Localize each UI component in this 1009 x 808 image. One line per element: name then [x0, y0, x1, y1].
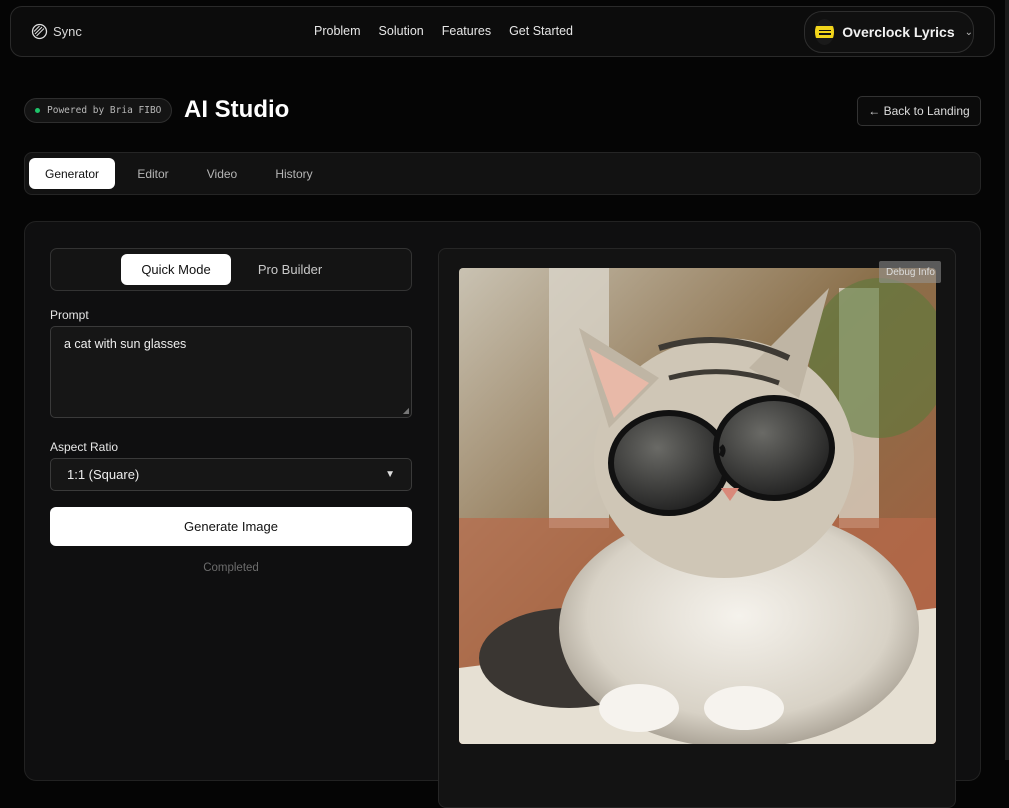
- aspect-ratio-value: 1:1 (Square): [67, 467, 140, 482]
- page-title: AI Studio: [184, 96, 290, 123]
- generation-status: Completed: [203, 562, 259, 574]
- brand-logo[interactable]: Sync: [31, 23, 82, 40]
- generate-image-button[interactable]: Generate Image: [50, 507, 412, 546]
- chevron-down-icon: ⌄: [964, 26, 973, 38]
- powered-by-text: Powered by Bria FIBO: [47, 105, 162, 116]
- back-to-landing-button[interactable]: ← Back to Landing: [857, 96, 981, 126]
- debug-info-button[interactable]: Debug Info: [879, 261, 941, 283]
- prompt-textarea[interactable]: a cat with sun glasses ◢: [50, 326, 412, 418]
- image-preview-panel: Debug Info: [438, 248, 956, 808]
- aspect-ratio-label: Aspect Ratio: [50, 440, 119, 454]
- nav-link-problem[interactable]: Problem: [314, 24, 361, 38]
- nav-link-solution[interactable]: Solution: [379, 24, 424, 38]
- pro-builder-button[interactable]: Pro Builder: [235, 254, 345, 285]
- tab-history[interactable]: History: [263, 158, 325, 189]
- account-name: Overclock Lyrics: [842, 24, 955, 40]
- cat-photo-illustration: [459, 268, 936, 744]
- studio-tabs: Generator Editor Video History: [24, 152, 981, 195]
- top-navbar: Sync Problem Solution Features Get Start…: [10, 6, 995, 57]
- nav-links: Problem Solution Features Get Started: [314, 24, 573, 38]
- nav-link-features[interactable]: Features: [442, 24, 491, 38]
- prompt-value: a cat with sun glasses: [64, 337, 187, 351]
- chevron-down-icon: ▼: [385, 469, 395, 480]
- generator-panel: Quick Mode Pro Builder Prompt a cat with…: [24, 221, 981, 808]
- aspect-ratio-select[interactable]: 1:1 (Square) ▼: [50, 458, 412, 491]
- nav-link-get-started[interactable]: Get Started: [509, 24, 573, 38]
- sync-logo-icon: [31, 23, 48, 40]
- album-art-icon: [815, 19, 835, 45]
- tab-generator[interactable]: Generator: [29, 158, 115, 189]
- brand-name: Sync: [53, 24, 82, 39]
- generated-image[interactable]: [459, 268, 936, 744]
- prompt-label: Prompt: [50, 308, 89, 322]
- powered-by-badge: Powered by Bria FIBO: [24, 98, 173, 123]
- tab-video[interactable]: Video: [193, 158, 251, 189]
- status-dot-icon: [35, 108, 40, 113]
- mode-switch: Quick Mode Pro Builder: [50, 248, 412, 291]
- quick-mode-button[interactable]: Quick Mode: [121, 254, 231, 285]
- page-scrollbar[interactable]: [1005, 0, 1009, 760]
- tab-editor[interactable]: Editor: [123, 158, 183, 189]
- account-switcher[interactable]: Overclock Lyrics ⌄: [804, 11, 974, 53]
- resize-handle-icon[interactable]: ◢: [403, 406, 409, 415]
